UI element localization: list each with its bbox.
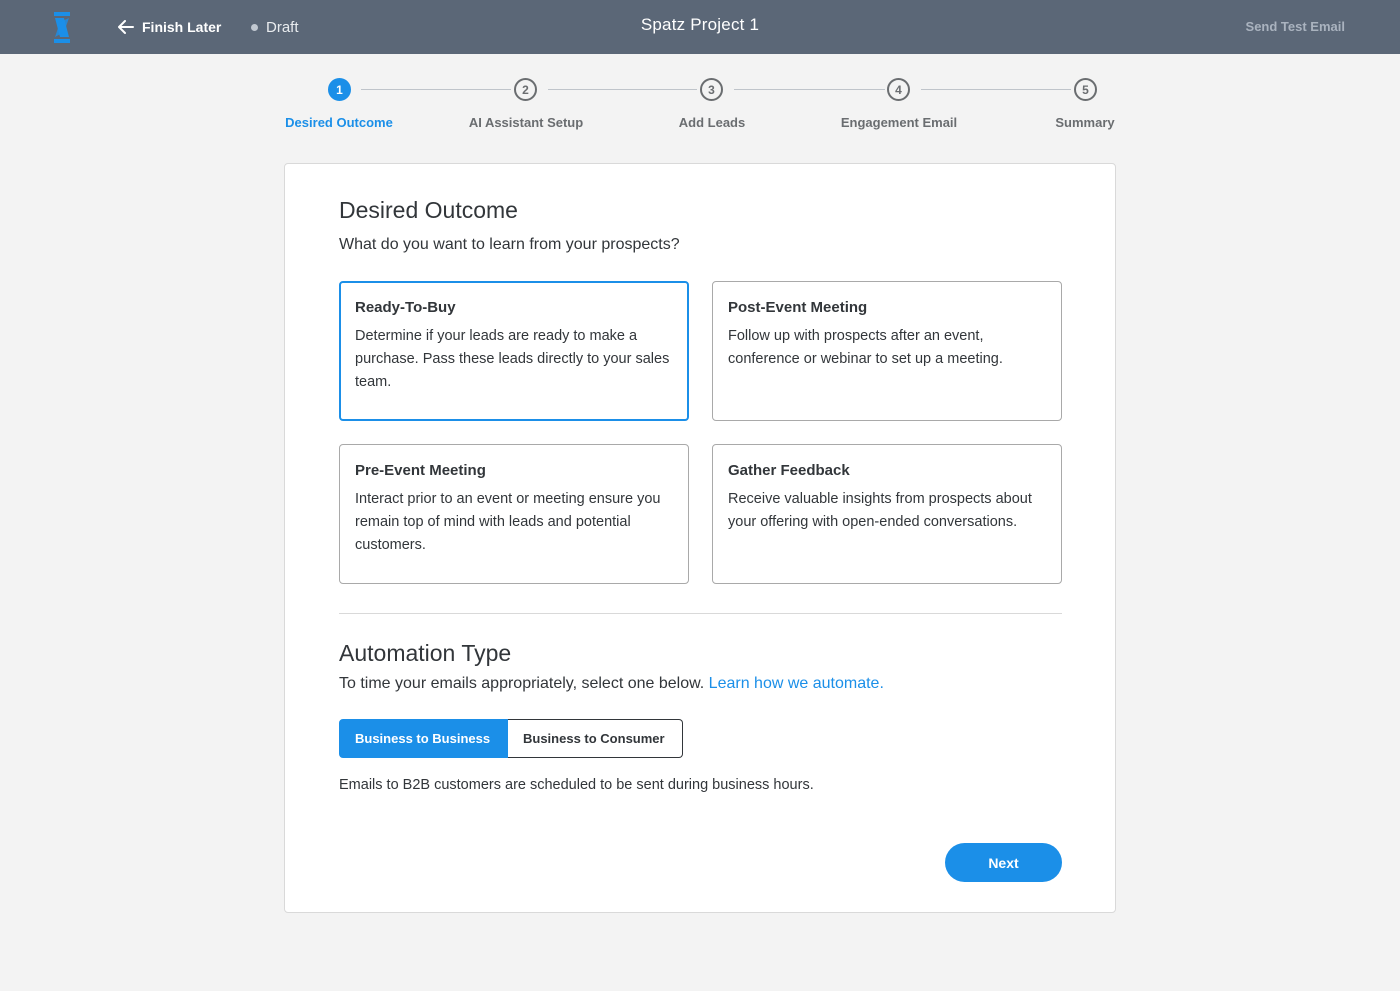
step-connector bbox=[548, 89, 697, 90]
option-gather-feedback[interactable]: Gather Feedback Receive valuable insight… bbox=[712, 444, 1062, 584]
step-connector bbox=[921, 89, 1071, 90]
step-5-label[interactable]: Summary bbox=[1005, 115, 1165, 130]
automation-type-title: Automation Type bbox=[339, 640, 512, 666]
step-2-circle[interactable]: 2 bbox=[514, 78, 537, 101]
option-title: Pre-Event Meeting bbox=[355, 462, 486, 479]
step-4-circle[interactable]: 4 bbox=[887, 78, 910, 101]
top-bar: Finish Later Draft Spatz Project 1 Send … bbox=[0, 0, 1400, 54]
step-4-label[interactable]: Engagement Email bbox=[819, 115, 979, 130]
option-title: Gather Feedback bbox=[728, 462, 850, 479]
option-description: Receive valuable insights from prospects… bbox=[728, 491, 1032, 530]
option-title: Post-Event Meeting bbox=[728, 299, 868, 316]
automation-helper-text: Emails to B2B customers are scheduled to… bbox=[339, 777, 814, 793]
step-3-circle[interactable]: 3 bbox=[700, 78, 723, 101]
learn-automate-link[interactable]: Learn how we automate. bbox=[709, 675, 884, 692]
option-title: Ready-To-Buy bbox=[355, 299, 456, 316]
project-title: Spatz Project 1 bbox=[640, 15, 760, 34]
b2b-button[interactable]: Business to Business bbox=[339, 719, 508, 758]
next-button[interactable]: Next bbox=[945, 843, 1062, 882]
step-3-label[interactable]: Add Leads bbox=[632, 115, 792, 130]
send-test-email-button[interactable]: Send Test Email bbox=[1246, 19, 1345, 34]
option-post-event-meeting[interactable]: Post-Event Meeting Follow up with prospe… bbox=[712, 281, 1062, 421]
option-pre-event-meeting[interactable]: Pre-Event Meeting Interact prior to an e… bbox=[339, 444, 689, 584]
step-connector bbox=[734, 89, 885, 90]
desired-outcome-question: What do you want to learn from your pros… bbox=[339, 236, 680, 253]
option-description: Determine if your leads are ready to mak… bbox=[355, 328, 670, 390]
step-1-circle[interactable]: 1 bbox=[328, 78, 351, 101]
option-ready-to-buy[interactable]: Ready-To-Buy Determine if your leads are… bbox=[339, 281, 689, 421]
automation-type-subtitle: To time your emails appropriately, selec… bbox=[339, 675, 884, 693]
step-5-circle[interactable]: 5 bbox=[1074, 78, 1097, 101]
option-description: Follow up with prospects after an event,… bbox=[728, 328, 1003, 367]
automation-type-toggle: Business to Business Business to Consume… bbox=[339, 719, 683, 758]
section-divider bbox=[339, 613, 1062, 614]
b2c-button[interactable]: Business to Consumer bbox=[508, 719, 683, 758]
desired-outcome-title: Desired Outcome bbox=[339, 197, 518, 223]
option-description: Interact prior to an event or meeting en… bbox=[355, 491, 661, 553]
stepper: 1 2 3 4 5 Desired Outcome AI Assistant S… bbox=[284, 76, 1116, 136]
step-connector bbox=[361, 89, 511, 90]
step-1-label[interactable]: Desired Outcome bbox=[259, 115, 419, 130]
step-2-label[interactable]: AI Assistant Setup bbox=[446, 115, 606, 130]
automation-subtitle-text: To time your emails appropriately, selec… bbox=[339, 675, 705, 692]
main-card: Desired Outcome What do you want to lear… bbox=[284, 163, 1116, 913]
